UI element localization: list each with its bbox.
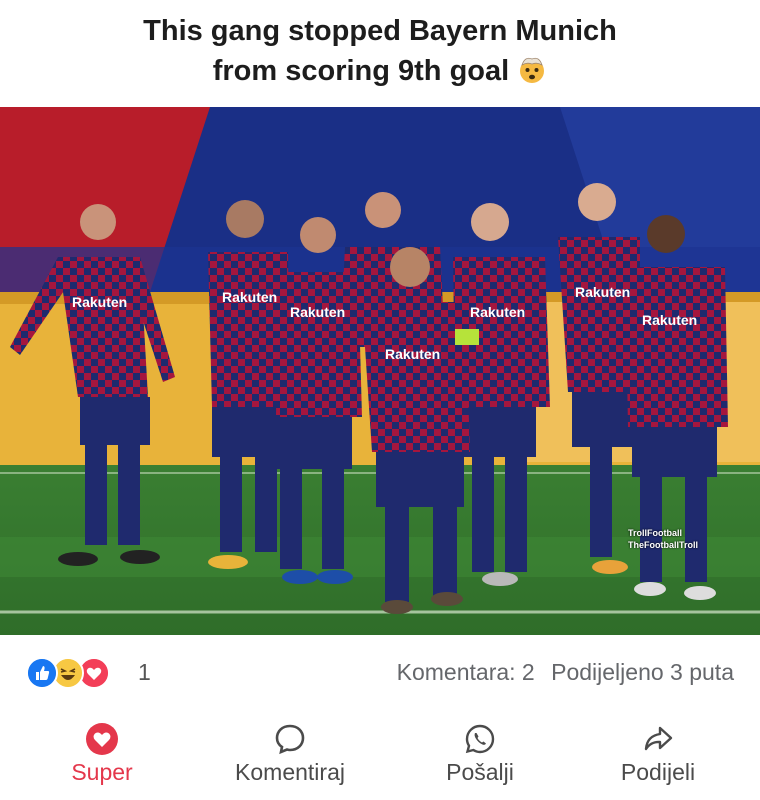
comment-label: Komentiraj [235,759,345,785]
football-team-photo: Rakuten Rakuten Rakuten Rakuten Rakuten … [0,107,760,635]
post-stats: 1 Komentara: 2 Podijeljeno 3 puta [0,640,760,710]
share-icon [644,726,673,751]
send-label: Pošalji [446,759,514,785]
caption-line-2-text: from scoring 9th goal [212,55,510,87]
sponsor-label-3: Rakuten [290,304,345,320]
whatsapp-icon [465,724,495,754]
exploding-head-icon [520,57,545,83]
sponsor-label-6: Rakuten [575,284,630,300]
caption-line-2: from scoring 9th goal [0,52,760,90]
send-button[interactable]: Pošalji [405,712,555,800]
sponsor-label-7: Rakuten [642,312,697,328]
reaction-summary[interactable] [26,657,136,691]
like-icon [26,657,58,689]
reaction-count[interactable]: 1 [138,659,151,686]
post-caption: This gang stopped Bayern Munich from sco… [0,0,760,105]
comment-button[interactable]: Komentiraj [215,712,365,800]
post-action-bar: Super Komentiraj Pošalji Podijeli [0,712,760,800]
share-label: Podijeli [620,759,696,785]
sponsor-label-4: Rakuten [385,346,440,362]
sponsor-label-1: Rakuten [72,294,127,310]
share-button[interactable]: Podijeli [583,712,733,800]
super-label: Super [71,759,133,785]
watermark-line-1: TrollFootball [628,528,682,538]
sponsor-label-5: Rakuten [470,304,525,320]
engagement-counts: Komentara: 2 Podijeljeno 3 puta [387,659,734,686]
post-image[interactable]: Rakuten Rakuten Rakuten Rakuten Rakuten … [0,107,760,635]
photo-watermark: TrollFootball TheFootballTroll [628,527,698,551]
shares-count[interactable]: Podijeljeno 3 puta [551,659,734,685]
sponsor-label-2: Rakuten [222,289,277,305]
comments-count[interactable]: Komentara: 2 [397,659,535,685]
watermark-line-2: TheFootballTroll [628,540,698,550]
comment-icon [275,724,305,755]
heart-icon [86,723,118,755]
caption-line-1: This gang stopped Bayern Munich [143,15,617,47]
super-button[interactable]: Super [27,712,177,800]
